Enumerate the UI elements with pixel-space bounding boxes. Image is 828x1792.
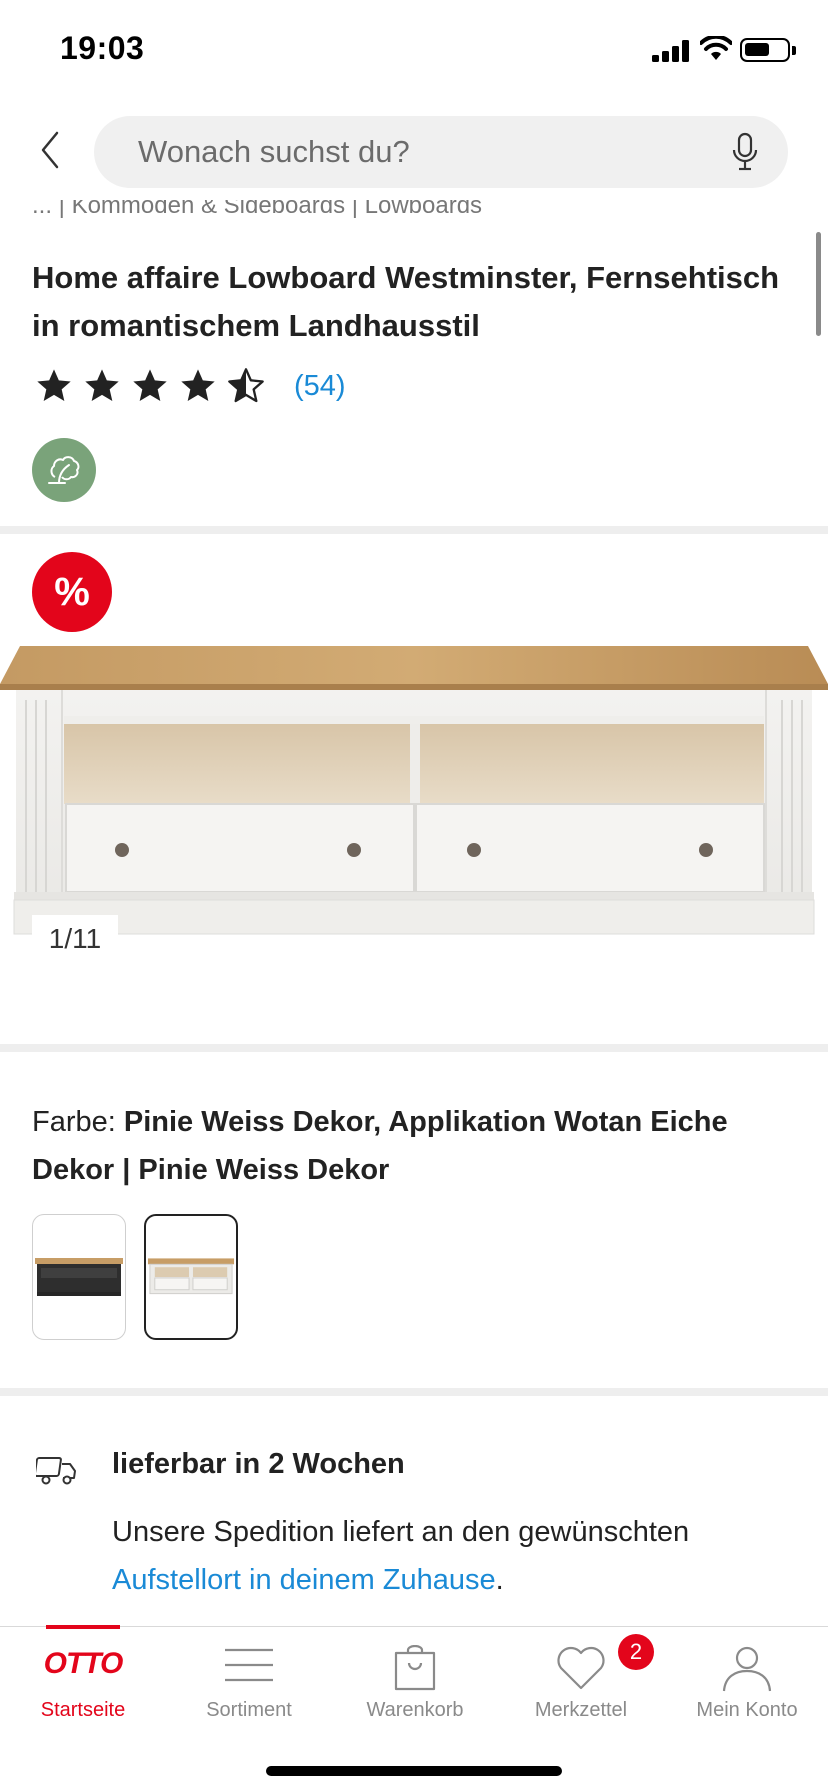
scroll-indicator: [816, 232, 821, 336]
delivery-link[interactable]: Aufstellort in deinem Zuhause: [112, 1564, 496, 1596]
wifi-icon: [700, 36, 732, 60]
product-title: Home affaire Lowboard Westminster, Ferns…: [32, 260, 780, 343]
microphone-icon[interactable]: [730, 132, 760, 172]
search-input[interactable]: [138, 116, 698, 188]
color-label: Farbe:: [32, 1106, 124, 1138]
nav-startseite[interactable]: OTTO Startseite: [0, 1625, 166, 1737]
star-full-icon: [37, 369, 71, 401]
home-indicator[interactable]: [266, 1766, 562, 1776]
sale-badge: %: [32, 552, 112, 632]
nav-sortiment[interactable]: Sortiment: [166, 1627, 332, 1737]
nav-label: Startseite: [40, 1699, 126, 1721]
delivery-description: Unsere Spedition liefert an den gewünsch…: [112, 1508, 802, 1604]
nav-warenkorb[interactable]: Warenkorb: [332, 1627, 498, 1737]
tree-leaf-icon: [48, 456, 80, 484]
color-swatch-dark[interactable]: [32, 1214, 126, 1340]
merkzettel-badge: 2: [618, 1634, 654, 1670]
product-image[interactable]: [0, 640, 828, 960]
image-counter: 1/11: [32, 915, 118, 963]
nav-label: Merkzettel: [534, 1699, 628, 1721]
status-bar: 19:03: [0, 0, 828, 100]
section-divider: [0, 526, 828, 534]
heart-icon: [557, 1646, 605, 1690]
person-icon: [722, 1646, 772, 1692]
star-full-icon: [133, 369, 167, 401]
delivery-text-end: .: [495, 1564, 504, 1596]
swatch-thumbnail-dark: [35, 1258, 123, 1296]
rating-count[interactable]: (54): [294, 370, 346, 403]
search-box[interactable]: [94, 116, 788, 188]
back-button[interactable]: [30, 125, 70, 175]
delivery-status: lieferbar in 2 Wochen: [112, 1448, 405, 1480]
nav-mein-konto[interactable]: Mein Konto: [664, 1627, 828, 1737]
nav-label: Warenkorb: [366, 1699, 464, 1721]
section-divider: [0, 1044, 828, 1052]
color-value: Pinie Weiss Dekor, Applikation Wotan Eic…: [32, 1106, 728, 1186]
active-indicator: [46, 1625, 120, 1629]
nav-label: Mein Konto: [696, 1699, 798, 1721]
truck-icon: [36, 1457, 76, 1485]
signal-icon: [652, 40, 690, 62]
swatch-thumbnail-white: [147, 1258, 235, 1295]
color-selection-label: Farbe: Pinie Weiss Dekor, Applikation Wo…: [32, 1098, 802, 1194]
search-header: [0, 100, 828, 200]
color-swatch-white[interactable]: [144, 1214, 238, 1340]
chevron-left-icon: [41, 131, 59, 169]
sustainability-badge[interactable]: [32, 438, 96, 502]
star-full-icon: [85, 369, 119, 401]
shopping-bag-icon: [394, 1645, 436, 1691]
battery-icon: [740, 38, 790, 62]
star-half-icon: [228, 368, 264, 403]
star-full-icon: [181, 369, 215, 401]
status-time: 19:03: [60, 30, 145, 66]
menu-icon: [225, 1648, 273, 1682]
section-divider: [0, 1388, 828, 1396]
otto-logo: OTTO: [43, 1647, 124, 1680]
delivery-text: Unsere Spedition liefert an den gewünsch…: [112, 1516, 690, 1548]
nav-label: Sortiment: [206, 1699, 292, 1721]
rating[interactable]: (54): [34, 366, 346, 406]
